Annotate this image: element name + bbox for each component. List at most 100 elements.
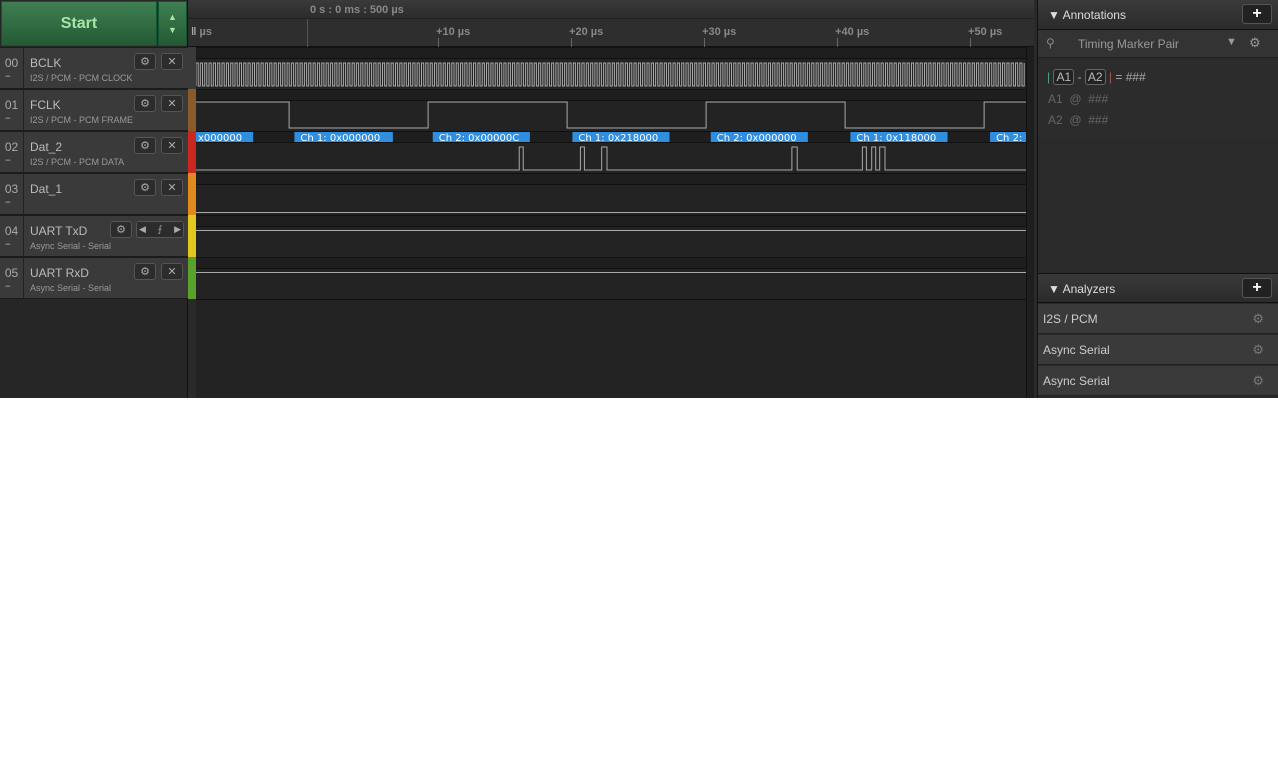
- channel-row[interactable]: 04 ▪▪▪▪ UART TxD Async Serial - Serial ⚙ ◀…: [0, 215, 188, 257]
- channel-settings-button[interactable]: ⚙: [134, 137, 156, 154]
- channel-name[interactable]: UART RxD: [30, 266, 89, 280]
- channel-settings-button[interactable]: ⚙: [134, 53, 156, 70]
- next-edge-icon[interactable]: ▶: [174, 224, 181, 235]
- decode-lane: [196, 216, 1026, 226]
- marker-type-dropdown-icon[interactable]: ▼: [1226, 36, 1237, 48]
- channel-panel: Start ▲ ▼ 00 ▪▪▪▪ BCLK I2S / PCM - PCM CL…: [0, 0, 188, 398]
- decode-lane: [196, 48, 1026, 58]
- add-annotation-button[interactable]: +: [1242, 4, 1272, 24]
- tick-label: +20 µs: [569, 26, 604, 38]
- tick-label: +10 µs: [436, 26, 471, 38]
- marker-type-label: Timing Marker Pair: [1078, 37, 1179, 51]
- channel-row[interactable]: 05 ▪▪▪▪ UART RxD Async Serial - Serial ⚙ ✕: [0, 257, 188, 299]
- channel-number: 01 ▪▪▪▪: [0, 90, 24, 130]
- close-icon: ✕: [167, 266, 177, 278]
- analyzers-header[interactable]: ▼ Analyzers +: [1038, 273, 1278, 303]
- gear-icon[interactable]: ⚙: [1252, 373, 1264, 389]
- drag-handle-icon[interactable]: ▪▪▪▪: [5, 242, 10, 248]
- annotation-type-row[interactable]: ⚲ Timing Marker Pair ▼ ⚙: [1038, 30, 1278, 58]
- time-marker-line: [307, 19, 308, 47]
- analyzer-item[interactable]: I2S / PCM ⚙: [1038, 304, 1278, 334]
- remove-channel-button[interactable]: ✕: [161, 137, 183, 154]
- analyzer-name: I2S / PCM: [1043, 312, 1098, 326]
- remove-channel-button[interactable]: ✕: [161, 179, 183, 196]
- gear-icon[interactable]: ⚙: [1252, 342, 1264, 358]
- channel-settings-button[interactable]: ⚙: [134, 179, 156, 196]
- marker-a2-badge[interactable]: A2: [1084, 69, 1106, 85]
- prev-edge-icon[interactable]: ◀: [139, 224, 146, 235]
- channel-settings-button[interactable]: ⚙: [134, 263, 156, 280]
- remove-channel-button[interactable]: ✕: [161, 53, 183, 70]
- channel-row[interactable]: 03 ▪▪▪▪ Dat_1 ⚙ ✕: [0, 173, 188, 215]
- start-button[interactable]: Start: [1, 1, 157, 46]
- gear-icon[interactable]: ⚙: [1249, 35, 1261, 51]
- close-icon: ✕: [167, 182, 177, 194]
- channel-color-strip: [188, 215, 196, 257]
- channel-analyzer-label: Async Serial - Serial: [30, 241, 112, 251]
- channel-row[interactable]: 00 ▪▪▪▪ BCLK I2S / PCM - PCM CLOCK ⚙ ✕: [0, 47, 188, 89]
- decode-lane: [196, 174, 1026, 184]
- ruler-handle-icon[interactable]: ‖: [191, 26, 196, 38]
- channel-settings-button[interactable]: ⚙: [134, 95, 156, 112]
- channel-name[interactable]: Dat_1: [30, 182, 62, 196]
- channel-name[interactable]: Dat_2: [30, 140, 62, 154]
- decode-label: Ch 2:: [996, 133, 1022, 144]
- close-icon: ✕: [167, 98, 177, 110]
- remove-channel-button[interactable]: ✕: [161, 263, 183, 280]
- duration-row: | A1 - A2 | = ###: [1047, 69, 1146, 85]
- channel-analyzer-label: I2S / PCM - PCM CLOCK: [30, 73, 133, 83]
- channel-name[interactable]: UART TxD: [30, 224, 87, 238]
- drag-handle-icon[interactable]: ▪▪▪▪: [5, 158, 10, 164]
- time-marker-label: 0 s : 0 ms : 500 µs: [310, 4, 404, 16]
- start-options-button[interactable]: ▲ ▼: [158, 1, 187, 46]
- time-ruler[interactable]: 0 s : 0 ms : 500 µs ‖ µs +10 µs +20 µs +30…: [188, 0, 1034, 47]
- a2-label: A2: [1048, 113, 1063, 127]
- channel-row[interactable]: 01 ▪▪▪▪ FCLK I2S / PCM - PCM FRAME ⚙ ✕: [0, 89, 188, 131]
- channel-number-label: 02: [4, 140, 19, 154]
- channel-name[interactable]: BCLK: [30, 56, 61, 70]
- add-analyzer-button[interactable]: +: [1242, 278, 1272, 298]
- drag-handle-icon[interactable]: ▪▪▪▪: [5, 74, 10, 80]
- drag-handle-icon[interactable]: ▪▪▪▪: [5, 284, 10, 290]
- gear-icon: ⚙: [140, 98, 150, 110]
- drag-handle-icon[interactable]: ▪▪▪▪: [5, 116, 10, 122]
- gear-icon[interactable]: ⚙: [1252, 311, 1264, 327]
- channel-color-strip: [188, 173, 196, 215]
- decode-label: Ch 1: 0x218000: [578, 133, 658, 144]
- ruler-left-label: ‖ µs: [191, 26, 212, 38]
- marker-a1-badge[interactable]: A1: [1053, 69, 1075, 85]
- tick-mark: [837, 38, 839, 47]
- drag-handle-icon[interactable]: ▪▪▪▪: [5, 200, 10, 206]
- waveform-area[interactable]: x000000 Ch 1: 0x000000 Ch 2: 0x00000C Ch 1:…: [196, 0, 1026, 398]
- channel-number: 00 ▪▪▪▪: [0, 48, 24, 88]
- duration-value: ###: [1125, 70, 1146, 84]
- close-icon: ✕: [167, 140, 177, 152]
- annotations-header[interactable]: ▼ Annotations +: [1038, 0, 1278, 30]
- edge-icon[interactable]: ⨍: [158, 224, 163, 235]
- channel-name[interactable]: FCLK: [30, 98, 61, 112]
- tick-mark: [438, 38, 440, 47]
- ruler-unit-label: µs: [199, 26, 213, 38]
- gear-icon: ⚙: [140, 266, 150, 278]
- vertical-scrollbar[interactable]: [1026, 47, 1034, 398]
- collapse-triangle-icon: ▼: [1048, 282, 1060, 296]
- gear-icon: ⚙: [140, 140, 150, 152]
- channel-settings-button[interactable]: ⚙: [110, 221, 132, 238]
- a2-value: ###: [1088, 113, 1109, 127]
- edge-navigation[interactable]: ◀ ⨍ ▶: [136, 221, 184, 238]
- channel-row[interactable]: 02 ▪▪▪▪ Dat_2 I2S / PCM - PCM DATA ⚙ ✕: [0, 131, 188, 173]
- analyzer-item[interactable]: Async Serial ⚙: [1038, 366, 1278, 396]
- annotation-values: | A1 - A2 | = ### A1 @ ### A2 @ ###: [1038, 59, 1278, 139]
- remove-channel-button[interactable]: ✕: [161, 95, 183, 112]
- channel-number-label: 00: [4, 56, 19, 70]
- equals-symbol: =: [1115, 70, 1123, 84]
- annotations-title: Annotations: [1062, 8, 1126, 22]
- analyzer-name: Async Serial: [1043, 374, 1110, 388]
- close-icon: ✕: [167, 56, 177, 68]
- channel-color-strip: [188, 89, 196, 131]
- at-symbol: @: [1069, 113, 1082, 127]
- analyzer-item[interactable]: Async Serial ⚙: [1038, 335, 1278, 365]
- decode-label: x000000: [198, 133, 242, 144]
- tick-label: +40 µs: [835, 26, 870, 38]
- decode-lane: [196, 258, 1026, 268]
